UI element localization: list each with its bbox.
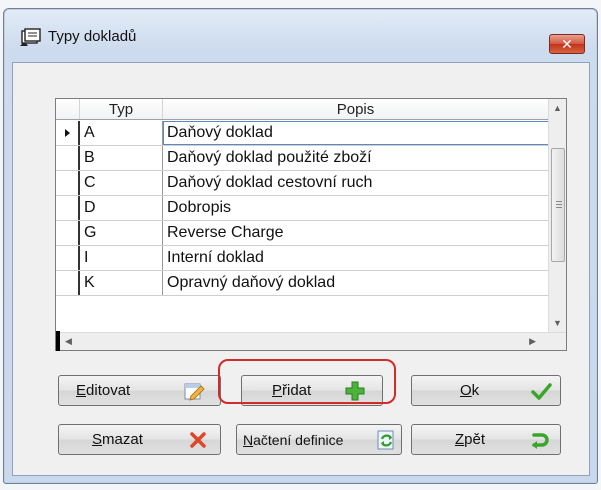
cell-typ[interactable]: A — [80, 121, 163, 145]
cell-typ[interactable]: D — [80, 196, 163, 220]
cell-popis[interactable]: Daňový doklad použité zboží — [163, 146, 549, 170]
current-row-pointer-icon — [64, 129, 70, 137]
load-definition-button-label: Načtení definice — [243, 431, 344, 448]
highlight-annotation — [218, 359, 396, 404]
cell-popis[interactable]: Opravný daňový doklad — [163, 271, 549, 295]
table-row[interactable]: B Daňový doklad použité zboží — [56, 146, 549, 171]
cell-popis[interactable]: Interní doklad — [163, 246, 549, 270]
edit-button-label: Editovat — [76, 382, 131, 399]
back-button[interactable]: Zpět — [411, 424, 561, 455]
cell-popis[interactable]: Daňový doklad — [163, 121, 549, 145]
row-indicator[interactable] — [56, 271, 80, 295]
cell-typ[interactable]: B — [80, 146, 163, 170]
dialog-window: Typy dokladů ✕ Typ Popis A Daňový doklad B… — [3, 8, 598, 484]
table-row[interactable]: D Dobropis — [56, 196, 549, 221]
cell-popis[interactable]: Reverse Charge — [163, 221, 549, 245]
cell-typ[interactable]: G — [80, 221, 163, 245]
edit-icon — [184, 383, 205, 401]
edit-button[interactable]: Editovat — [58, 375, 221, 406]
vertical-scroll-thumb[interactable] — [551, 148, 565, 262]
column-header-typ[interactable]: Typ — [80, 99, 163, 119]
vertical-scrollbar[interactable]: ▲ ▼ — [548, 99, 566, 332]
delete-button-label: Smazat — [92, 431, 143, 448]
close-button[interactable]: ✕ — [549, 34, 585, 54]
cell-popis[interactable]: Daňový doklad cestovní ruch — [163, 171, 549, 195]
ok-button[interactable]: Ok — [411, 375, 561, 406]
row-indicator[interactable] — [56, 121, 80, 145]
table-row[interactable]: K Opravný daňový doklad — [56, 271, 549, 296]
row-indicator[interactable] — [56, 196, 80, 220]
scroll-left-icon[interactable]: ◀ — [65, 336, 72, 347]
grid-row-indicator-edge — [56, 331, 60, 351]
row-indicator[interactable] — [56, 171, 80, 195]
load-definition-button[interactable]: Načtení definice — [236, 424, 402, 455]
row-indicator[interactable] — [56, 146, 80, 170]
checkmark-icon — [531, 383, 552, 400]
window-title: Typy dokladů — [48, 28, 137, 45]
load-refresh-icon — [377, 430, 394, 450]
close-icon: ✕ — [561, 35, 573, 52]
back-button-label: Zpět — [455, 431, 486, 448]
row-indicator[interactable] — [56, 221, 80, 245]
dialog-client-area: Typ Popis A Daňový doklad B Daňový doklad p… — [12, 62, 590, 476]
row-indicator[interactable] — [56, 246, 80, 270]
grid-header: Typ Popis — [56, 99, 549, 120]
cell-typ[interactable]: I — [80, 246, 163, 270]
table-row[interactable]: G Reverse Charge — [56, 221, 549, 246]
table-row[interactable]: A Daňový doklad — [56, 121, 549, 146]
delete-x-icon — [190, 432, 206, 448]
column-header-popis[interactable]: Popis — [163, 99, 549, 119]
title-bar[interactable]: Typy dokladů ✕ — [4, 9, 597, 54]
document-types-grid[interactable]: Typ Popis A Daňový doklad B Daňový doklad p… — [55, 98, 567, 351]
horizontal-scrollbar[interactable]: ◀ ▶ — [56, 332, 566, 350]
cell-typ[interactable]: K — [80, 271, 163, 295]
cell-typ[interactable]: C — [80, 171, 163, 195]
delete-button[interactable]: Smazat — [58, 424, 221, 455]
indicator-header — [56, 99, 80, 119]
scroll-right-icon[interactable]: ▶ — [529, 336, 536, 347]
table-row[interactable]: I Interní doklad — [56, 246, 549, 271]
scroll-up-icon[interactable]: ▲ — [553, 103, 562, 113]
document-types-icon — [20, 28, 41, 46]
return-arrow-icon — [532, 433, 549, 449]
scroll-down-icon[interactable]: ▼ — [553, 318, 562, 328]
ok-button-label: Ok — [460, 382, 480, 399]
cell-popis[interactable]: Dobropis — [163, 196, 549, 220]
grid-rows: A Daňový doklad B Daňový doklad použité zbo… — [56, 121, 549, 296]
table-row[interactable]: C Daňový doklad cestovní ruch — [56, 171, 549, 196]
